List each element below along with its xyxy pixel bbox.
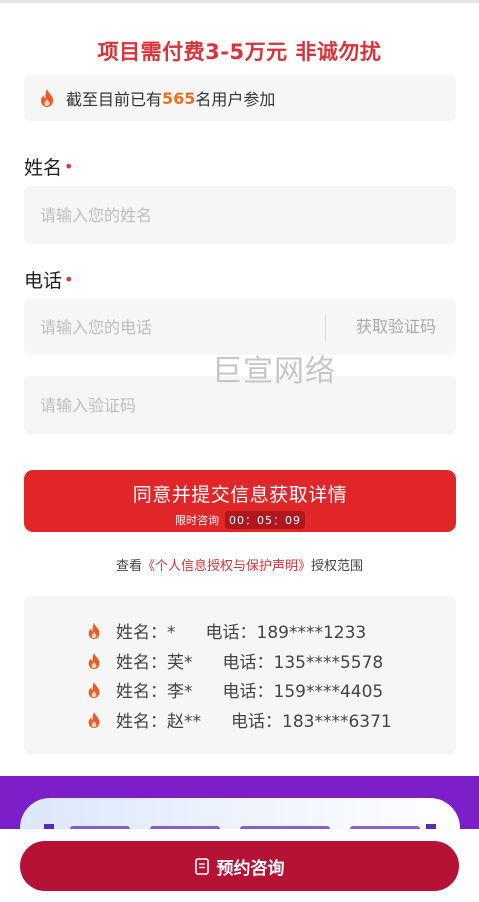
name-input[interactable]	[40, 205, 300, 225]
record-name: 姓名：李*	[116, 682, 193, 702]
phone-field-box: 获取验证码	[24, 299, 456, 355]
phone-label: 电话 •	[24, 266, 73, 293]
name-label: 姓名 •	[24, 153, 73, 180]
record-item: 姓名：芙* 电话：135****5578	[86, 648, 383, 673]
book-consult-label: 预约咨询	[216, 858, 285, 879]
flame-icon	[88, 622, 100, 639]
countdown-timer: 00：05：09	[225, 511, 305, 529]
code-field-box	[24, 376, 456, 434]
privacy-suffix: 授权范围	[311, 559, 364, 574]
flame-icon	[88, 681, 100, 698]
participants-suffix: 名用户参加	[195, 90, 276, 109]
book-consult-button[interactable]: 预约咨询	[20, 841, 459, 891]
record-item: 姓名：赵** 电话：183****6371	[86, 707, 392, 732]
privacy-notice: 查看《个人信息授权与保护声明》授权范围	[0, 555, 479, 574]
privacy-prefix: 查看	[115, 559, 142, 574]
record-item: 姓名：李* 电话：159****4405	[86, 677, 383, 702]
participants-prefix: 截至目前已有	[66, 90, 163, 109]
flame-icon	[88, 711, 100, 728]
phone-label-text: 电话	[24, 270, 63, 292]
flame-icon	[88, 652, 100, 669]
code-input[interactable]	[40, 395, 300, 415]
record-name: 姓名：芙*	[116, 653, 193, 673]
top-divider	[0, 0, 479, 3]
record-name: 姓名：*	[116, 623, 176, 643]
code-divider	[325, 315, 326, 341]
submit-button[interactable]: 同意并提交信息获取详情 限时咨询 00：05：09	[24, 470, 456, 532]
privacy-link[interactable]: 《个人信息授权与保护声明》	[142, 559, 311, 574]
participants-banner: 截至目前已有 565 名用户参加	[24, 75, 456, 121]
record-name: 姓名：赵**	[116, 712, 201, 732]
get-code-button[interactable]: 获取验证码	[356, 299, 436, 355]
bottom-bar: 预约咨询	[0, 829, 479, 902]
record-phone: 电话：183****6371	[231, 712, 392, 732]
phone-input[interactable]	[40, 317, 300, 337]
submit-label: 同意并提交信息获取详情	[132, 484, 348, 506]
document-icon	[194, 857, 209, 875]
required-mark: •	[64, 270, 74, 289]
record-item: 姓名：* 电话：189****1233	[86, 618, 366, 643]
record-phone: 电话：189****1233	[205, 623, 367, 643]
name-field-box	[24, 186, 456, 244]
record-phone: 电话：135****5578	[222, 653, 384, 673]
record-phone: 电话：159****4405	[222, 682, 384, 702]
signup-records: 姓名：* 电话：189****1233 姓名：芙* 电话：135****5578…	[24, 596, 456, 754]
flame-icon	[41, 89, 53, 107]
page-headline: 项目需付费3-5万元 非诚勿扰	[97, 40, 382, 64]
name-label-text: 姓名	[24, 157, 63, 179]
timer-label: 限时咨询	[175, 514, 219, 527]
required-mark: •	[64, 157, 74, 176]
participants-count: 565	[162, 88, 196, 108]
timer-row: 限时咨询 00：05：09	[24, 511, 456, 529]
